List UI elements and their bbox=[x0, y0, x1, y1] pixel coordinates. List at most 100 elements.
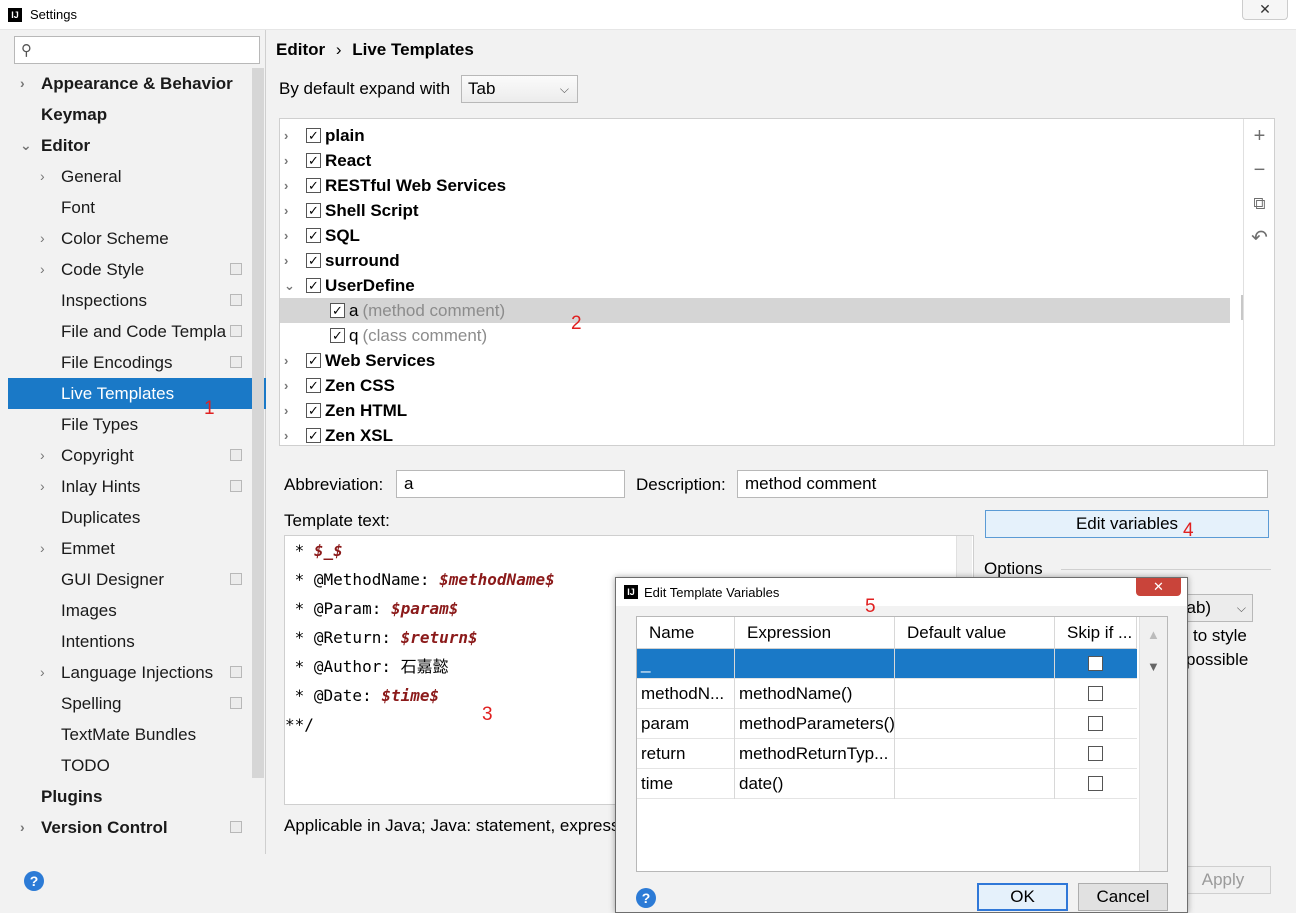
template-row[interactable]: ✓ q (class comment) bbox=[280, 323, 1230, 348]
variable-name-cell[interactable]: methodN... bbox=[637, 679, 735, 709]
chevron-right-icon[interactable]: › bbox=[40, 533, 45, 564]
template-group-row[interactable]: › ✓ React bbox=[280, 148, 1230, 173]
templates-tree[interactable]: › ✓ plain › ✓ React › ✓ RESTful Web Services › ✓ Sh… bbox=[279, 118, 1275, 446]
variables-table-scrollbar[interactable]: ▲ ▼ bbox=[1139, 617, 1167, 871]
ok-button[interactable]: OK bbox=[977, 883, 1068, 911]
window-close-button[interactable]: ✕ bbox=[1242, 0, 1288, 20]
sidebar-item[interactable]: Images bbox=[8, 595, 266, 626]
template-checkbox[interactable]: ✓ bbox=[306, 203, 321, 218]
sidebar-item[interactable]: GUI Designer bbox=[8, 564, 266, 595]
apply-button[interactable]: Apply bbox=[1175, 866, 1271, 894]
chevron-right-icon[interactable]: › bbox=[20, 68, 25, 99]
template-group-row[interactable]: ⌄ ✓ UserDefine bbox=[280, 273, 1230, 298]
chevron-right-icon[interactable]: › bbox=[284, 148, 288, 173]
chevron-right-icon[interactable]: › bbox=[20, 812, 25, 843]
scroll-up-icon[interactable]: ▲ bbox=[1147, 627, 1160, 642]
sidebar-item[interactable]: ⌄ Editor bbox=[8, 130, 266, 161]
chevron-right-icon[interactable]: › bbox=[284, 248, 288, 273]
sidebar-item[interactable]: Duplicates bbox=[8, 502, 266, 533]
sidebar-item[interactable]: Live Templates bbox=[8, 378, 266, 409]
skip-if-defined-checkbox[interactable] bbox=[1088, 716, 1103, 731]
abbreviation-field[interactable]: a bbox=[396, 470, 625, 498]
variable-default-cell[interactable] bbox=[895, 649, 1055, 679]
sidebar-item[interactable]: › Inlay Hints bbox=[8, 471, 266, 502]
variable-name-cell[interactable]: _ bbox=[637, 649, 735, 679]
template-checkbox[interactable]: ✓ bbox=[306, 403, 321, 418]
sidebar-item[interactable]: › Emmet bbox=[8, 533, 266, 564]
chevron-right-icon[interactable]: › bbox=[284, 223, 288, 248]
template-checkbox[interactable]: ✓ bbox=[306, 153, 321, 168]
template-checkbox[interactable]: ✓ bbox=[306, 278, 321, 293]
sidebar-item[interactable]: › Copyright bbox=[8, 440, 266, 471]
breadcrumb-root[interactable]: Editor bbox=[276, 40, 325, 59]
variable-row[interactable]: param methodParameters() bbox=[637, 709, 1137, 739]
settings-search-input[interactable]: ⚲ bbox=[14, 36, 260, 64]
sidebar-item[interactable]: File Types bbox=[8, 409, 266, 440]
chevron-right-icon[interactable]: › bbox=[40, 440, 45, 471]
sidebar-item[interactable]: File and Code Templa bbox=[8, 316, 266, 347]
variable-default-cell[interactable] bbox=[895, 679, 1055, 709]
dialog-help-icon[interactable]: ? bbox=[636, 888, 656, 908]
template-group-row[interactable]: › ✓ Shell Script bbox=[280, 198, 1230, 223]
template-checkbox[interactable]: ✓ bbox=[330, 328, 345, 343]
sidebar-scrollbar[interactable] bbox=[252, 68, 264, 778]
variable-row[interactable]: return methodReturnTyp... bbox=[637, 739, 1137, 769]
chevron-right-icon[interactable]: › bbox=[284, 198, 288, 223]
template-checkbox[interactable]: ✓ bbox=[306, 228, 321, 243]
variable-expression-cell[interactable]: methodName() bbox=[735, 679, 895, 709]
chevron-right-icon[interactable]: › bbox=[284, 398, 288, 423]
chevron-right-icon[interactable]: › bbox=[284, 373, 288, 398]
applicable-contexts[interactable]: Applicable in Java; Java: statement, exp… bbox=[284, 816, 623, 836]
cancel-button[interactable]: Cancel bbox=[1078, 883, 1168, 911]
sidebar-item[interactable]: Inspections bbox=[8, 285, 266, 316]
column-header[interactable]: Default value bbox=[895, 617, 1055, 649]
sidebar-item[interactable]: File Encodings bbox=[8, 347, 266, 378]
template-checkbox[interactable]: ✓ bbox=[330, 303, 345, 318]
chevron-right-icon[interactable]: › bbox=[40, 161, 45, 192]
chevron-right-icon[interactable]: › bbox=[284, 123, 288, 148]
template-group-row[interactable]: › ✓ Zen CSS bbox=[280, 373, 1230, 398]
sidebar-item[interactable]: Keymap bbox=[8, 99, 266, 130]
template-group-row[interactable]: › ✓ SQL bbox=[280, 223, 1230, 248]
sidebar-item[interactable]: Plugins bbox=[8, 781, 266, 812]
add-icon[interactable]: + bbox=[1244, 121, 1275, 151]
skip-if-defined-checkbox[interactable] bbox=[1088, 776, 1103, 791]
template-group-row[interactable]: › ✓ surround bbox=[280, 248, 1230, 273]
sidebar-item[interactable]: Font bbox=[8, 192, 266, 223]
scroll-down-icon[interactable]: ▼ bbox=[1147, 659, 1160, 674]
template-checkbox[interactable]: ✓ bbox=[306, 428, 321, 443]
sidebar-item[interactable]: Spelling bbox=[8, 688, 266, 719]
template-checkbox[interactable]: ✓ bbox=[306, 128, 321, 143]
column-header[interactable]: Skip if ... bbox=[1055, 617, 1137, 649]
variable-default-cell[interactable] bbox=[895, 709, 1055, 739]
variable-name-cell[interactable]: param bbox=[637, 709, 735, 739]
chevron-down-icon[interactable]: ⌄ bbox=[20, 130, 32, 161]
skip-if-defined-checkbox[interactable] bbox=[1088, 746, 1103, 761]
sidebar-item[interactable]: › Color Scheme bbox=[8, 223, 266, 254]
chevron-down-icon[interactable]: ⌄ bbox=[284, 273, 295, 298]
template-checkbox[interactable]: ✓ bbox=[306, 353, 321, 368]
sidebar-item[interactable]: › Language Injections bbox=[8, 657, 266, 688]
template-checkbox[interactable]: ✓ bbox=[306, 378, 321, 393]
chevron-right-icon[interactable]: › bbox=[40, 471, 45, 502]
sidebar-item[interactable]: TODO bbox=[8, 750, 266, 781]
chevron-right-icon[interactable]: › bbox=[40, 657, 45, 688]
column-header[interactable]: Expression bbox=[735, 617, 895, 649]
template-checkbox[interactable]: ✓ bbox=[306, 253, 321, 268]
variable-row[interactable]: time date() bbox=[637, 769, 1137, 799]
template-group-row[interactable]: › ✓ RESTful Web Services bbox=[280, 173, 1230, 198]
sidebar-item[interactable]: › Version Control bbox=[8, 812, 266, 843]
chevron-right-icon[interactable]: › bbox=[284, 173, 288, 198]
remove-icon[interactable]: − bbox=[1244, 155, 1275, 185]
chevron-right-icon[interactable]: › bbox=[284, 348, 288, 373]
template-row[interactable]: ✓ a (method comment) bbox=[280, 298, 1230, 323]
skip-if-defined-checkbox[interactable] bbox=[1088, 686, 1103, 701]
sidebar-item[interactable]: › Code Style bbox=[8, 254, 266, 285]
column-header[interactable]: Name bbox=[637, 617, 735, 649]
variable-default-cell[interactable] bbox=[895, 739, 1055, 769]
variable-name-cell[interactable]: return bbox=[637, 739, 735, 769]
edit-variables-button[interactable]: Edit variables bbox=[985, 510, 1269, 538]
sidebar-item[interactable]: Intentions bbox=[8, 626, 266, 657]
template-group-row[interactable]: › ✓ Zen XSL bbox=[280, 423, 1230, 445]
restore-icon[interactable]: ↶ bbox=[1244, 223, 1275, 253]
